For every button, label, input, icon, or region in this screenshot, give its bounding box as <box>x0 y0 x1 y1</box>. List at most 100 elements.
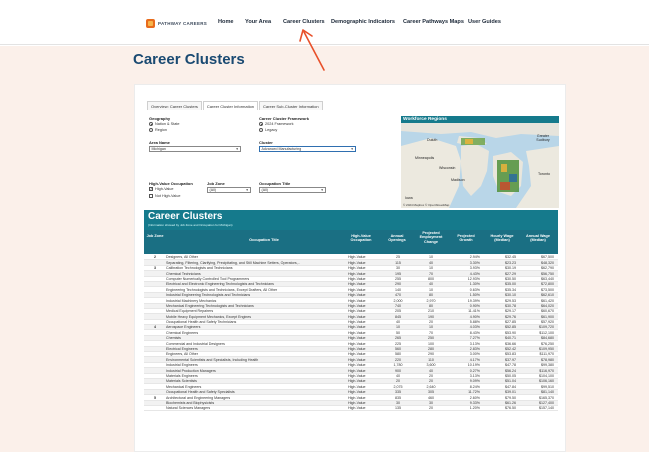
cell-occupation-title: Chemical Technicians <box>166 271 201 276</box>
cell-annual-wage: $99,380 <box>541 363 554 368</box>
cell-hourly-wage: $29.76 <box>505 314 516 319</box>
cell-high-value: High-Value <box>348 293 366 298</box>
nav-item-career-pathways-maps[interactable]: Career Pathways Maps <box>403 19 464 25</box>
annotation-arrow-icon <box>299 29 325 71</box>
cell-high-value: High-Value <box>348 303 366 308</box>
cell-projected-growth: 3.00% <box>469 352 480 357</box>
cell-high-value: High-Value <box>348 395 366 400</box>
cell-occupation-title: Engineers, All Other <box>166 352 198 357</box>
cell-employment-change: 40 <box>429 368 433 373</box>
cell-hourly-wage: $53.83 <box>505 352 516 357</box>
cell-annual-wage: $106,160 <box>539 379 554 384</box>
cell-employment-change: 460 <box>428 395 434 400</box>
cell-employment-change: 20 <box>429 406 433 411</box>
workforce-regions-map[interactable]: Workforce Regions Duluth Greater Sudbury… <box>401 116 559 208</box>
cell-projected-growth: 4.17% <box>469 357 480 362</box>
cell-employment-change: 70 <box>429 330 433 335</box>
checkbox-checked-icon: ✓ <box>149 187 153 191</box>
cell-occupation-title: Electrical and Electronic Engineering Te… <box>166 282 274 287</box>
col-header-high-value[interactable]: High-Value Occupation <box>344 234 378 243</box>
cell-high-value: High-Value <box>348 309 366 314</box>
cell-projected-growth: 9.33% <box>469 400 480 405</box>
cell-annual-wage: $72,800 <box>541 282 554 287</box>
col-header-annual-wage[interactable]: Annual Wage (Median) <box>521 234 555 243</box>
map-credit: © 2024 Mapbox © OpenStreetMap <box>403 203 450 207</box>
geography-option-region[interactable]: Region <box>149 128 167 132</box>
geography-option-nation[interactable]: Nation & State <box>149 122 179 126</box>
table-header-row: Job Zone Occupation Title High-Value Occ… <box>144 230 558 254</box>
cell-high-value: High-Value <box>348 352 366 357</box>
cell-high-value: High-Value <box>348 390 366 395</box>
tab-sub-cluster-info[interactable]: Career Sub-Cluster Information <box>259 101 323 110</box>
col-header-hourly-wage[interactable]: Hourly Wage (Median) <box>486 234 518 243</box>
cell-hourly-wage: $27.29 <box>505 271 516 276</box>
col-header-occupation[interactable]: Occupation Title <box>204 238 324 242</box>
cell-annual-wage: $109,950 <box>539 347 554 352</box>
cell-employment-change: 10 <box>429 266 433 271</box>
cell-hourly-wage: $37.97 <box>505 357 516 362</box>
cell-projected-growth: 2.60% <box>469 395 480 400</box>
cell-high-value: High-Value <box>348 379 366 384</box>
col-header-projected-growth[interactable]: Projected Growth <box>451 234 481 243</box>
cell-high-value: High-Value <box>348 347 366 352</box>
cell-annual-wage: $104,100 <box>539 373 554 378</box>
cell-projected-growth: 2.83% <box>469 347 480 352</box>
hvo-option-not-high-value[interactable]: Not High-Value <box>149 194 180 198</box>
cell-occupation-title: Mechanical Engineering Technologists and… <box>166 303 254 308</box>
cell-occupation-title: Natural Sciences Managers <box>166 406 211 411</box>
nav-item-demographic-indicators[interactable]: Demographic Indicators <box>331 19 395 25</box>
cell-annual-wage: $57,920 <box>541 320 554 325</box>
cell-projected-growth: 4.43% <box>469 271 480 276</box>
occupation-title-select[interactable]: (All) ▾ <box>259 187 326 193</box>
cell-occupation-title: Materials Scientists <box>166 379 197 384</box>
radio-icon <box>149 128 153 132</box>
nav-item-your-area[interactable]: Your Area <box>245 19 271 25</box>
cell-occupation-title: Designers, All Other <box>166 255 198 260</box>
geography-label: Geography <box>149 116 171 121</box>
cell-occupation-title: Biochemists and Biophysicists <box>166 400 215 405</box>
map-label-madison: Madison <box>451 178 465 182</box>
cell-occupation-title: Computer Numerically Controlled Tool Pro… <box>166 276 250 281</box>
col-header-employment-change[interactable]: Projected Employment Change <box>414 231 448 244</box>
cell-annual-wage: $165,370 <box>539 395 554 400</box>
area-name-select[interactable]: Michigan ▾ <box>149 146 241 152</box>
cell-annual-wage: $63,440 <box>541 276 554 281</box>
cell-projected-growth: 11.72% <box>468 390 480 395</box>
cell-job-zone: 5 <box>154 395 156 400</box>
framework-option-legacy[interactable]: Legacy <box>259 128 277 132</box>
cell-annual-openings: 470 <box>395 293 401 298</box>
cluster-label: Cluster <box>259 140 273 145</box>
col-header-annual-openings[interactable]: Annual Openings <box>382 234 412 243</box>
col-header-job-zone[interactable]: Job Zone <box>146 234 164 238</box>
cell-occupation-title: Occupational Health and Safety Specialis… <box>166 390 235 395</box>
cell-employment-change: 80 <box>429 303 433 308</box>
cell-hourly-wage: $47.78 <box>505 363 516 368</box>
nav-item-home[interactable]: Home <box>218 19 234 25</box>
site-logo[interactable]: PATHWAY CAREERS <box>146 17 207 29</box>
cell-annual-wage: $64,020 <box>541 303 554 308</box>
cluster-select[interactable]: Advanced Manufacturing ▾ <box>259 146 356 152</box>
cell-annual-openings: 255 <box>395 276 401 281</box>
table-row[interactable]: Natural Sciences Managers High-Value 135 20… <box>144 406 558 412</box>
table-title: Career Clusters <box>148 211 223 222</box>
cell-projected-growth: 4.90% <box>469 314 480 319</box>
cell-hourly-wage: $47.84 <box>505 384 516 389</box>
cell-occupation-title: Separating, Filtering, Clarifying, Preci… <box>166 260 300 265</box>
occupation-title-label: Occupation Title <box>259 181 291 186</box>
nav-item-user-guides[interactable]: User Guides <box>468 19 501 25</box>
cell-projected-growth: 0.27% <box>469 368 480 373</box>
map-label-sudbury: Greater Sudbury <box>536 134 550 142</box>
checkbox-icon <box>149 194 153 198</box>
logo-mark-icon <box>146 18 155 28</box>
tab-overview[interactable]: Overview: Career Clusters <box>147 101 202 110</box>
cell-employment-change: 30 <box>429 400 433 405</box>
tab-cluster-info[interactable]: Career Cluster Information <box>202 101 259 110</box>
cell-projected-growth: 1.50% <box>469 293 480 298</box>
cell-projected-growth: 8.43% <box>469 330 480 335</box>
cell-occupation-title: Commercial and Industrial Designers <box>166 341 225 346</box>
hvo-option-high-value[interactable]: ✓ High-Value <box>149 187 174 191</box>
job-zone-select[interactable]: (All) ▾ <box>207 187 251 193</box>
framework-option-2024[interactable]: 2024 Framework <box>259 122 294 126</box>
cell-hourly-wage: $52.42 <box>505 347 516 352</box>
cell-occupation-title: Environmental Scientists and Specialists… <box>166 357 259 362</box>
